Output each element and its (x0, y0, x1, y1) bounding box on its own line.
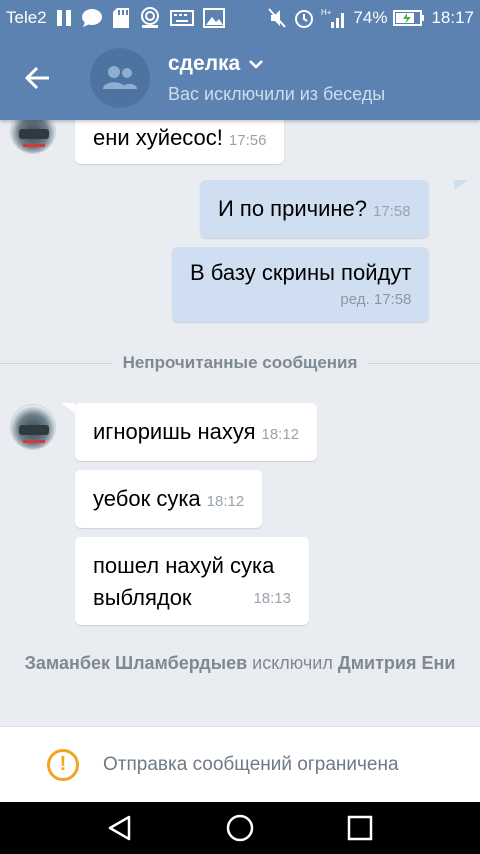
message-bubble-in[interactable]: ени хуйесос! 17:56 (75, 120, 285, 164)
back-button[interactable] (0, 36, 74, 120)
nav-home-button[interactable] (210, 802, 270, 854)
message-text: уебок сука (93, 486, 201, 511)
signal-icon: H+ (321, 7, 347, 29)
unread-divider-label: Непрочитанные сообщения (122, 353, 358, 372)
message-time: 18:13 (253, 590, 291, 607)
chat-title-text: сделка (168, 51, 241, 75)
message-text-line2: выблядок (93, 585, 192, 610)
message-time: 18:12 (261, 426, 300, 443)
bubble-tail (454, 180, 468, 190)
radio-icon (139, 7, 161, 29)
chat-title-block[interactable]: сделка Вас исключили из беседы (168, 52, 385, 105)
warning-icon: ! (47, 748, 79, 781)
alarm-icon (293, 7, 315, 29)
svg-text:H+: H+ (321, 8, 332, 17)
message-list[interactable]: ени хуйесос! 17:56 И по причине? 17:58 В б… (0, 120, 480, 726)
home-circle-icon (226, 814, 254, 842)
message-text: игноришь нахуя (93, 419, 256, 444)
message-edited-time: ред. 17:58 (340, 291, 412, 308)
message-time: 17:58 (373, 203, 411, 220)
nav-recents-button[interactable] (330, 802, 390, 854)
divider-line (0, 362, 113, 364)
chat-icon (81, 8, 103, 28)
chat-avatar[interactable] (90, 48, 150, 108)
divider-line (367, 362, 480, 364)
restricted-text: Отправка сообщений ограничена (103, 753, 399, 775)
message-bubble-out[interactable]: В базу скрины пойдут ред. 17:58 (172, 247, 430, 322)
message-bubble-in[interactable]: уебок сука 18:12 (75, 470, 263, 528)
avatar[interactable] (10, 120, 56, 154)
unread-divider: Непрочитанные сообщения (0, 351, 480, 375)
message-time: 18:12 (206, 493, 245, 510)
system-message: Заманбек Шламбердыев исключил Дмитрия Ен… (0, 651, 480, 675)
carrier-name: Tele2 (6, 8, 47, 27)
sd-card-icon (112, 7, 130, 29)
system-action: исключил (252, 653, 333, 673)
nav-back-button[interactable] (90, 802, 150, 854)
mute-icon (267, 7, 287, 29)
back-arrow-icon (24, 66, 49, 90)
message-time: 17:56 (228, 132, 267, 149)
status-bar: Tele2 H+ 74% 18:17 (0, 0, 480, 36)
pause-icon (56, 9, 72, 27)
avatar[interactable] (10, 404, 56, 450)
chevron-down-icon (249, 59, 264, 69)
recents-square-icon (347, 815, 373, 841)
message-text: И по причине? (218, 196, 367, 221)
battery-icon (393, 9, 425, 27)
message-text: ени хуйесос! (93, 125, 223, 150)
chat-header: сделка Вас исключили из беседы (0, 36, 480, 120)
chat-subtitle: Вас исключили из беседы (168, 83, 386, 104)
image-icon (202, 8, 225, 28)
group-icon (103, 66, 137, 89)
system-nav-bar (0, 802, 480, 854)
system-actor[interactable]: Заманбек Шламбердыев (25, 653, 248, 673)
message-bubble-in[interactable]: пошел нахуй сука выблядок 18:13 (75, 537, 309, 625)
system-target[interactable]: Дмитрия Ени (338, 653, 456, 673)
restricted-bar: ! Отправка сообщений ограничена (0, 726, 480, 802)
message-text: В базу скрины пойдут (190, 260, 412, 285)
keyboard-icon (169, 10, 194, 26)
message-text-line1: пошел нахуй сука (93, 553, 275, 578)
chat-title: сделка (168, 52, 385, 76)
clock: 18:17 (431, 8, 474, 27)
message-bubble-out[interactable]: И по причине? 17:58 (200, 180, 429, 238)
bubble-tail (61, 403, 75, 413)
message-bubble-in[interactable]: игноришь нахуя 18:12 (75, 403, 318, 461)
battery-percent: 74% (353, 8, 388, 27)
back-triangle-icon (108, 815, 131, 841)
